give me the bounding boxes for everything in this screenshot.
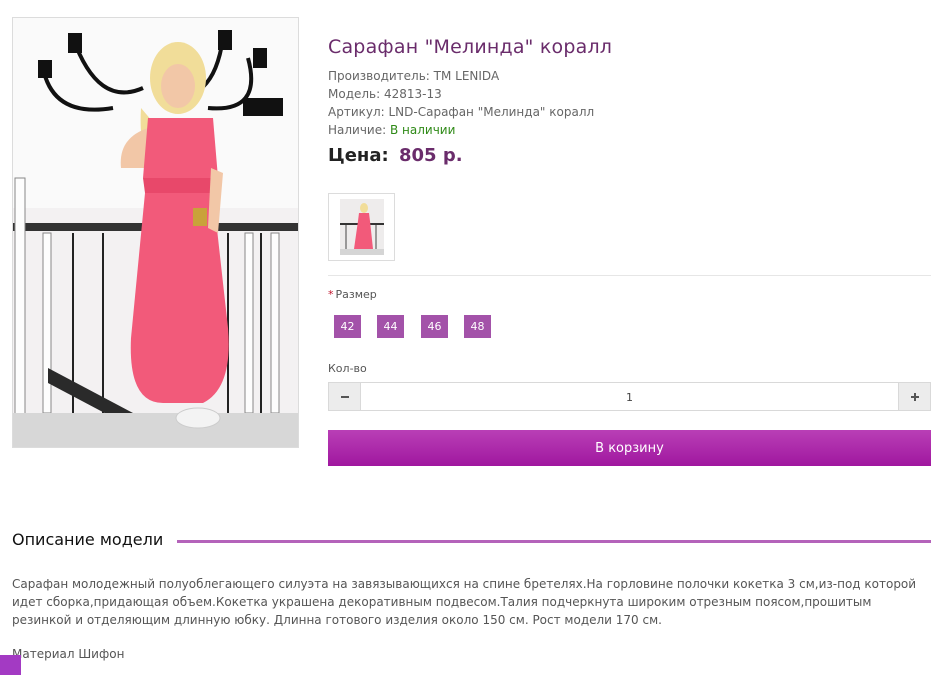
sku-line: Артикул: LND-Сарафан "Мелинда" коралл xyxy=(328,105,595,119)
required-mark: * xyxy=(328,288,334,301)
manufacturer-line: Производитель: TM LENIDA xyxy=(328,69,500,83)
options-divider xyxy=(328,275,931,276)
size-option-48[interactable]: 48 xyxy=(464,315,491,338)
description-heading-rule xyxy=(177,540,931,543)
plus-icon[interactable] xyxy=(898,383,930,410)
quantity-stepper xyxy=(328,382,931,412)
price-value: 805 р. xyxy=(398,145,463,166)
material-line: Материал Шифон xyxy=(12,647,125,661)
size-label: * Размер xyxy=(328,288,377,301)
product-thumbnail[interactable] xyxy=(328,193,395,261)
minus-icon[interactable] xyxy=(329,383,361,410)
add-to-cart-button[interactable]: В корзину xyxy=(328,430,931,466)
size-option-46[interactable]: 46 xyxy=(421,315,448,338)
minus-icon-glyph xyxy=(340,395,349,398)
size-option-42[interactable]: 42 xyxy=(334,315,361,338)
price: Цена: 805 р. xyxy=(328,145,928,166)
product-title: Сарафан "Мелинда" коралл xyxy=(328,36,613,58)
description-heading: Описание модели xyxy=(12,530,164,549)
product-main-image[interactable] xyxy=(12,17,299,448)
product-photo-illustration xyxy=(13,18,298,447)
quantity-input[interactable] xyxy=(361,383,898,412)
description-text: Сарафан молодежный полуоблегающего силуэ… xyxy=(12,577,917,627)
quantity-label: Кол-во xyxy=(328,362,367,375)
size-label-text: Размер xyxy=(335,288,377,301)
model-line: Модель: 42813-13 xyxy=(328,87,442,101)
availability-status: В наличии xyxy=(389,123,456,137)
availability-line: Наличие: В наличии xyxy=(328,121,928,139)
thumbnail-illustration xyxy=(339,199,384,255)
availability-label: Наличие: xyxy=(328,123,390,137)
size-option-44[interactable]: 44 xyxy=(377,315,404,338)
price-label: Цена: xyxy=(328,145,389,166)
plus-icon-glyph xyxy=(910,392,919,401)
scroll-to-top-button[interactable] xyxy=(0,655,21,675)
